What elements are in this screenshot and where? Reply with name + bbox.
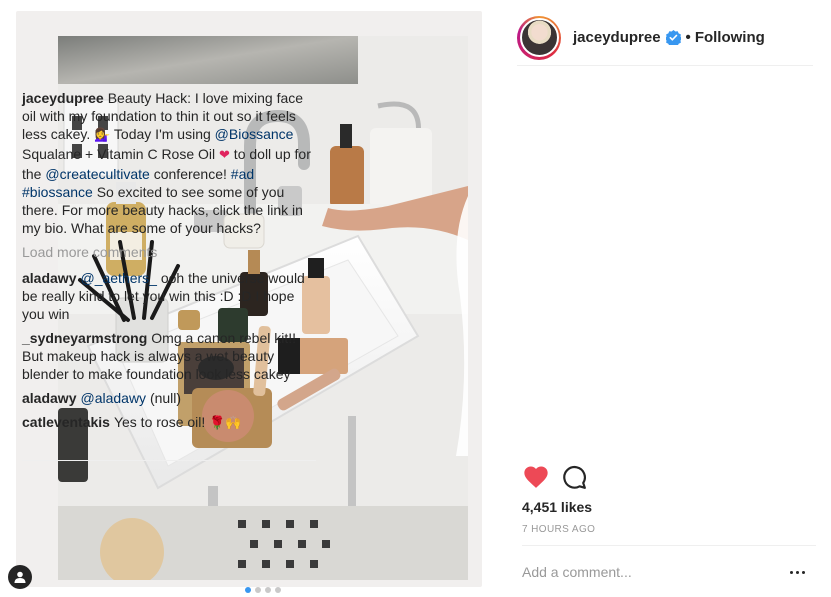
carousel-dots[interactable] bbox=[245, 587, 281, 595]
caption-username[interactable]: jaceydupree bbox=[22, 90, 104, 106]
caption-text: conference! bbox=[149, 166, 231, 182]
add-comment-divider bbox=[522, 545, 816, 546]
heart-icon[interactable] bbox=[522, 463, 550, 491]
following-button[interactable]: Following bbox=[695, 29, 765, 46]
post-header: jaceydupree • Following bbox=[517, 10, 813, 66]
hashtag-link[interactable]: #biossance bbox=[22, 184, 93, 200]
dot bbox=[802, 570, 805, 574]
comment-item: aladawy @_aethers_ ooh the universe would… bbox=[22, 269, 316, 323]
caption: jaceydupree Beauty Hack: I love mixing fa… bbox=[22, 89, 316, 237]
comment-text: Yes to rose oil! bbox=[113, 414, 210, 430]
carousel-dot[interactable] bbox=[265, 587, 271, 593]
comments-list: jaceydupree Beauty Hack: I love mixing fa… bbox=[22, 89, 316, 439]
caption-text: Squalane + Vitamin C Rose Oil bbox=[22, 146, 220, 162]
load-more-comments[interactable]: Load more comments bbox=[22, 243, 316, 261]
header-separator: • bbox=[685, 29, 691, 46]
carousel-dot[interactable] bbox=[275, 587, 281, 593]
avatar[interactable] bbox=[519, 18, 559, 57]
post-timestamp: 7 HOURS AGO bbox=[522, 524, 596, 535]
more-options-icon[interactable] bbox=[790, 568, 810, 576]
comment-item: aladawy @aladawy (null) bbox=[22, 389, 316, 407]
mention-link[interactable]: @_aethers_ bbox=[80, 270, 156, 286]
carousel-dot[interactable] bbox=[255, 587, 261, 593]
likes-count[interactable]: 4,451 likes bbox=[522, 499, 592, 515]
comment-text: (null) bbox=[146, 390, 182, 406]
comment-username[interactable]: _sydneyarmstrong bbox=[22, 330, 147, 346]
comment-username[interactable]: aladawy bbox=[22, 270, 76, 286]
add-comment-input[interactable] bbox=[522, 563, 772, 581]
avatar-ring[interactable] bbox=[517, 15, 561, 60]
dot bbox=[790, 570, 793, 574]
comment-item: catleventakis Yes to rose oil! 🌹🙌 bbox=[22, 413, 316, 433]
verified-badge-icon bbox=[665, 30, 681, 45]
mention-link[interactable]: @aladawy bbox=[80, 390, 146, 406]
caption-emoji: ❤ bbox=[219, 148, 230, 163]
dot bbox=[796, 570, 799, 574]
comment-emoji: 🌹🙌 bbox=[209, 416, 242, 431]
mention-link[interactable]: @Biossance bbox=[215, 126, 294, 142]
mention-link[interactable]: @createcultivate bbox=[45, 166, 149, 182]
user-tag-icon[interactable] bbox=[8, 565, 32, 589]
caption-text: Today I'm using bbox=[110, 126, 215, 142]
comment-item: _sydneyarmstrong Omg a canon rebel kit!! … bbox=[22, 329, 316, 383]
actions-divider bbox=[22, 460, 316, 461]
header-username[interactable]: jaceydupree bbox=[573, 29, 661, 46]
comment-username[interactable]: catleventakis bbox=[22, 414, 110, 430]
comment-bubble-icon[interactable] bbox=[561, 464, 587, 490]
caption-emoji: 💁‍♀ bbox=[94, 128, 111, 143]
comment-username[interactable]: aladawy bbox=[22, 390, 76, 406]
hashtag-link[interactable]: #ad bbox=[231, 166, 254, 182]
carousel-dot[interactable] bbox=[245, 587, 251, 593]
